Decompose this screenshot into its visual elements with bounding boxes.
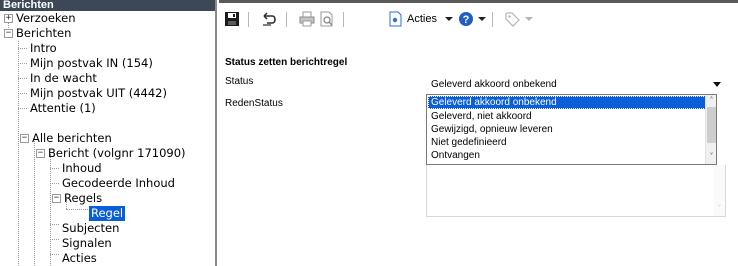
expand-icon[interactable]: + (4, 14, 13, 23)
tree-item-label: Attentie (1) (30, 101, 96, 115)
detail-panel: Acties ? Status zetten berichtregel Stat… (219, 0, 738, 266)
tree-item-label: Mijn postvak IN (154) (30, 56, 153, 70)
redenstatus-scrollbar[interactable]: ˅ (714, 165, 725, 216)
dropdown-option[interactable]: Geleverd, niet akkoord (428, 110, 716, 123)
tree-connector (34, 139, 35, 266)
document-icon[interactable] (388, 11, 404, 27)
tree-item-label: Berichten (16, 26, 72, 40)
print-preview-icon[interactable] (319, 11, 335, 27)
tree-item-label: Alle berichten (32, 131, 112, 145)
scroll-up-icon[interactable]: ˄ (708, 97, 715, 105)
status-label: Status (225, 76, 254, 87)
toolbar-separator (492, 12, 493, 27)
tree-item-gecodeerde-inhoud[interactable]: Gecodeerde Inhoud (60, 176, 177, 191)
tree-connector (18, 41, 19, 266)
toolbar-separator (248, 12, 249, 27)
chevron-down-icon[interactable] (478, 17, 486, 21)
toolbar-separator (286, 12, 287, 27)
tree-item-bericht[interactable]: Bericht (volgnr 171090) (46, 146, 188, 161)
tree-connector (50, 168, 59, 169)
tree-item-signalen[interactable]: Signalen (60, 236, 114, 251)
save-icon[interactable] (224, 11, 240, 27)
tree-item-postvak-in[interactable]: Mijn postvak IN (154) (28, 56, 155, 71)
tree-item-verzoeken[interactable]: Verzoeken (14, 11, 78, 26)
chevron-down-icon[interactable] (713, 82, 721, 87)
collapse-icon[interactable]: − (36, 149, 45, 158)
scroll-down-icon[interactable]: ˅ (716, 205, 723, 213)
dropdown-option[interactable]: Ontvangen (428, 149, 716, 162)
collapse-icon[interactable]: − (20, 134, 29, 143)
tree-item-in-de-wacht[interactable]: In de wacht (28, 71, 99, 86)
tree-item-label: Bericht (volgnr 171090) (48, 146, 186, 160)
chevron-down-icon[interactable] (525, 17, 533, 21)
status-select-value: Geleverd akkoord onbekend (431, 79, 557, 90)
tree-item-label: Acties (62, 251, 97, 265)
tree-connector (18, 108, 27, 109)
toolbar-separator (343, 12, 344, 27)
tree-connector (18, 93, 27, 94)
toolbar: Acties ? (219, 3, 738, 35)
tree-item-label: Signalen (62, 236, 112, 250)
tree-connector (50, 224, 59, 225)
tree-item-regel[interactable]: Regel (89, 206, 126, 221)
svg-text:?: ? (463, 14, 470, 26)
dropdown-option[interactable]: Geleverd akkoord onbekend (428, 96, 716, 109)
dropdown-option[interactable]: Gewijzigd, opnieuw leveren (428, 123, 716, 136)
tree-item-label: Verzoeken (16, 11, 76, 25)
navigation-tree-panel: Berichten + − − − − Verzoeken Berichten … (0, 0, 217, 266)
tree-item-inhoud[interactable]: Inhoud (60, 161, 104, 176)
tree-header: Berichten (0, 0, 215, 11)
status-dropdown-list[interactable]: Geleverd akkoord onbekend Geleverd, niet… (426, 94, 717, 165)
tree-item-intro[interactable]: Intro (28, 41, 59, 56)
tree-item-alle-berichten[interactable]: Alle berichten (30, 131, 114, 146)
tree-item-label: Regels (64, 191, 103, 205)
section-title: Status zetten berichtregel (225, 57, 348, 68)
dropdown-option[interactable]: Niet gedefinieerd (428, 136, 716, 149)
tree-connector (18, 78, 27, 79)
dropdown-scrollbar[interactable]: ˄ ˅ (705, 95, 716, 164)
tag-icon[interactable] (504, 11, 520, 27)
tree-item-postvak-uit[interactable]: Mijn postvak UIT (4442) (28, 86, 169, 101)
tree-connector (18, 48, 27, 49)
acties-menu-button[interactable]: Acties (407, 10, 437, 28)
tree-item-label: Inhoud (62, 161, 102, 175)
tree-item-label: Mijn postvak UIT (4442) (30, 86, 167, 100)
tree-item-attentie[interactable]: Attentie (1) (28, 101, 98, 116)
tree-item-subjecten[interactable]: Subjecten (60, 221, 121, 236)
tree-item-label: In de wacht (30, 71, 97, 85)
collapse-icon[interactable]: − (52, 194, 61, 203)
chevron-down-icon[interactable] (445, 17, 453, 21)
tree-connector (66, 209, 88, 210)
redenstatus-list[interactable]: ˅ (426, 165, 726, 217)
tree-connector (50, 183, 59, 184)
tree-item-label: Subjecten (62, 221, 120, 235)
tree-connector (18, 63, 27, 64)
scrollbar-thumb[interactable] (707, 107, 716, 143)
status-select[interactable]: Geleverd akkoord onbekend (427, 75, 727, 92)
tree-item-label: Gecodeerde Inhoud (62, 176, 175, 190)
scroll-down-icon[interactable]: ˅ (708, 153, 715, 161)
collapse-icon[interactable]: − (4, 29, 13, 38)
navigation-tree: + − − − − Verzoeken Berichten Intro Mijn… (0, 11, 215, 266)
tree-connector (50, 239, 59, 240)
tree-item-label: Regel (89, 206, 126, 221)
tree-connector (50, 154, 51, 266)
tree-connector (50, 254, 59, 255)
tree-item-regels[interactable]: Regels (62, 191, 104, 206)
undo-icon[interactable] (261, 11, 277, 27)
print-icon[interactable] (299, 11, 315, 27)
tree-item-acties[interactable]: Acties (60, 251, 99, 266)
tree-item-label: Intro (30, 41, 57, 55)
redenstatus-label: RedenStatus (225, 98, 283, 109)
help-icon[interactable]: ? (458, 11, 474, 27)
tree-item-berichten[interactable]: Berichten (14, 26, 73, 41)
